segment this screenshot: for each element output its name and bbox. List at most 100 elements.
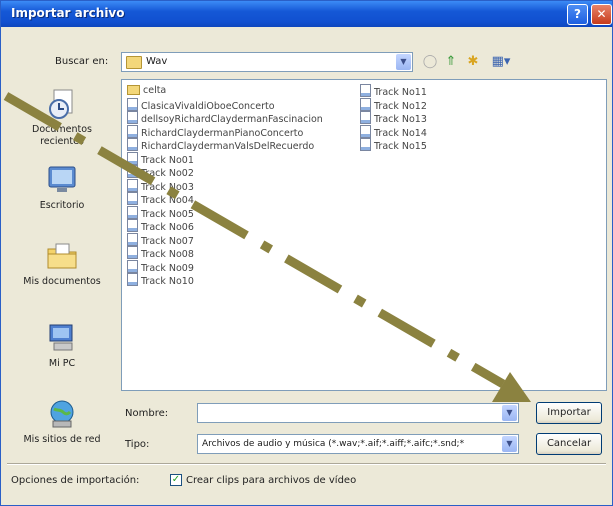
audio-file-icon	[127, 273, 138, 286]
create-clips-label[interactable]: Crear clips para archivos de vídeo	[186, 475, 356, 486]
divider	[7, 463, 606, 465]
my-computer-icon	[49, 324, 73, 351]
place-my-documents-label: Mis documentos	[23, 276, 101, 287]
file-item[interactable]: Track No06	[127, 219, 194, 233]
file-item[interactable]: Track No14	[360, 124, 427, 139]
file-name: dellsoyRichardClaydermanFascinacion	[141, 114, 323, 125]
close-icon: ✕	[596, 7, 607, 21]
filename-input[interactable]: ▼	[197, 403, 519, 423]
place-my-documents[interactable]: Mis documentos	[9, 239, 115, 288]
file-item[interactable]: Track No07	[127, 232, 194, 247]
import-file-dialog: Importar archivo ? ✕ Buscar en: Wav ▼ ◯ …	[0, 0, 613, 506]
file-item[interactable]: Track No15	[360, 138, 427, 152]
audio-file-icon	[360, 111, 371, 124]
file-item[interactable]: RichardClaydermanValsDelRecuerdo	[127, 138, 315, 152]
file-name: Track No14	[374, 127, 427, 139]
file-item[interactable]: ClasicaVivaldiOboeConcerto	[127, 97, 275, 112]
file-item[interactable]: Track No01	[127, 151, 194, 166]
folder-item[interactable]: celta	[127, 84, 166, 97]
audio-file-icon	[127, 165, 138, 178]
file-item[interactable]: Track No13	[360, 111, 427, 125]
place-desktop-label: Escritorio	[39, 200, 85, 211]
import-button[interactable]: Importar	[536, 402, 602, 424]
audio-file-icon	[360, 138, 371, 151]
audio-file-icon	[127, 219, 138, 232]
audio-file-icon	[360, 97, 371, 111]
folder-icon	[127, 85, 140, 95]
view-menu-icon: ▦▾	[491, 54, 511, 69]
file-item[interactable]: Track No05	[127, 205, 194, 220]
chevron-down-icon[interactable]: ▼	[502, 405, 517, 421]
file-name: Track No08	[141, 249, 194, 260]
audio-file-icon	[127, 192, 138, 205]
file-item[interactable]: Track No02	[127, 165, 194, 179]
audio-file-icon	[127, 178, 138, 192]
file-name: Track No02	[141, 168, 194, 179]
file-name: ClasicaVivaldiOboeConcerto	[141, 100, 275, 112]
file-name: Track No04	[141, 195, 194, 206]
file-name: celta	[143, 85, 167, 96]
chevron-down-icon[interactable]: ▼	[502, 436, 517, 452]
up-folder-button[interactable]: ⇑	[442, 53, 460, 71]
file-name: RichardClaydermanValsDelRecuerdo	[141, 141, 315, 152]
close-button[interactable]: ✕	[591, 4, 612, 25]
cancel-button[interactable]: Cancelar	[536, 433, 602, 455]
help-button[interactable]: ?	[567, 4, 588, 25]
checkmark-icon: ✓	[171, 474, 181, 485]
file-name: Track No03	[141, 181, 194, 193]
places-bar: Documentos recientes Escritorio Mis docu…	[9, 75, 115, 461]
network-places-icon	[50, 400, 74, 428]
lookin-select[interactable]: Wav ▼	[121, 52, 413, 72]
file-item[interactable]: Track No12	[360, 97, 427, 112]
chevron-down-icon[interactable]: ▼	[396, 54, 411, 70]
new-folder-icon: ✱	[467, 54, 479, 69]
up-folder-icon: ⇑	[445, 54, 457, 69]
filetype-label: Tipo:	[125, 439, 150, 450]
new-folder-button[interactable]: ✱	[464, 53, 482, 71]
filetype-select[interactable]: Archivos de audio y música (*.wav;*.aif;…	[197, 434, 519, 454]
file-item[interactable]: dellsoyRichardClaydermanFascinacion	[127, 111, 323, 125]
audio-file-icon	[127, 246, 138, 259]
place-my-computer[interactable]: Mi PC	[9, 321, 115, 370]
folder-icon	[126, 56, 142, 69]
place-network[interactable]: Mis sitios de red	[9, 397, 115, 446]
lookin-label: Buscar en:	[55, 56, 109, 67]
file-name: Track No09	[141, 262, 194, 274]
place-my-computer-label: Mi PC	[48, 358, 76, 369]
file-name: Track No06	[141, 222, 194, 233]
help-icon: ?	[574, 7, 581, 21]
file-item[interactable]: Track No10	[127, 273, 194, 287]
create-clips-checkbox[interactable]: ✓	[170, 474, 182, 486]
file-name: Track No10	[141, 276, 194, 287]
back-icon: ◯	[422, 54, 438, 69]
view-menu-button[interactable]: ▦▾	[488, 53, 514, 71]
audio-file-icon	[127, 151, 138, 165]
filename-label: Nombre:	[125, 408, 169, 419]
file-name: Track No07	[141, 235, 194, 247]
file-item[interactable]: RichardClaydermanPianoConcerto	[127, 124, 303, 139]
audio-file-icon	[127, 205, 138, 219]
file-list[interactable]: celta ClasicaVivaldiOboeConcerto dellsoyRi…	[121, 79, 607, 391]
audio-file-icon	[127, 259, 138, 273]
file-item[interactable]: Track No08	[127, 246, 194, 260]
file-name: Track No12	[374, 100, 427, 112]
filetype-value: Archivos de audio y música (*.wav;*.aif;…	[202, 439, 465, 449]
file-name: Track No15	[374, 141, 427, 152]
audio-file-icon	[127, 138, 138, 151]
file-name: Track No11	[374, 87, 427, 98]
file-item[interactable]: Track No03	[127, 178, 194, 193]
place-recent[interactable]: Documentos recientes	[9, 87, 115, 148]
import-options-label: Opciones de importación:	[11, 475, 140, 486]
back-button[interactable]: ◯	[421, 53, 439, 71]
place-recent-label: Documentos recientes	[32, 124, 92, 147]
file-name: Track No05	[141, 208, 194, 220]
audio-file-icon	[127, 124, 138, 138]
file-name: Track No13	[374, 114, 427, 125]
file-item[interactable]: Track No09	[127, 259, 194, 274]
title-bar[interactable]: Importar archivo ? ✕	[1, 1, 612, 27]
file-item[interactable]: Track No11	[360, 84, 427, 98]
place-desktop[interactable]: Escritorio	[9, 163, 115, 212]
file-item[interactable]: Track No04	[127, 192, 194, 206]
audio-file-icon	[127, 97, 138, 111]
file-name: Track No01	[141, 154, 194, 166]
